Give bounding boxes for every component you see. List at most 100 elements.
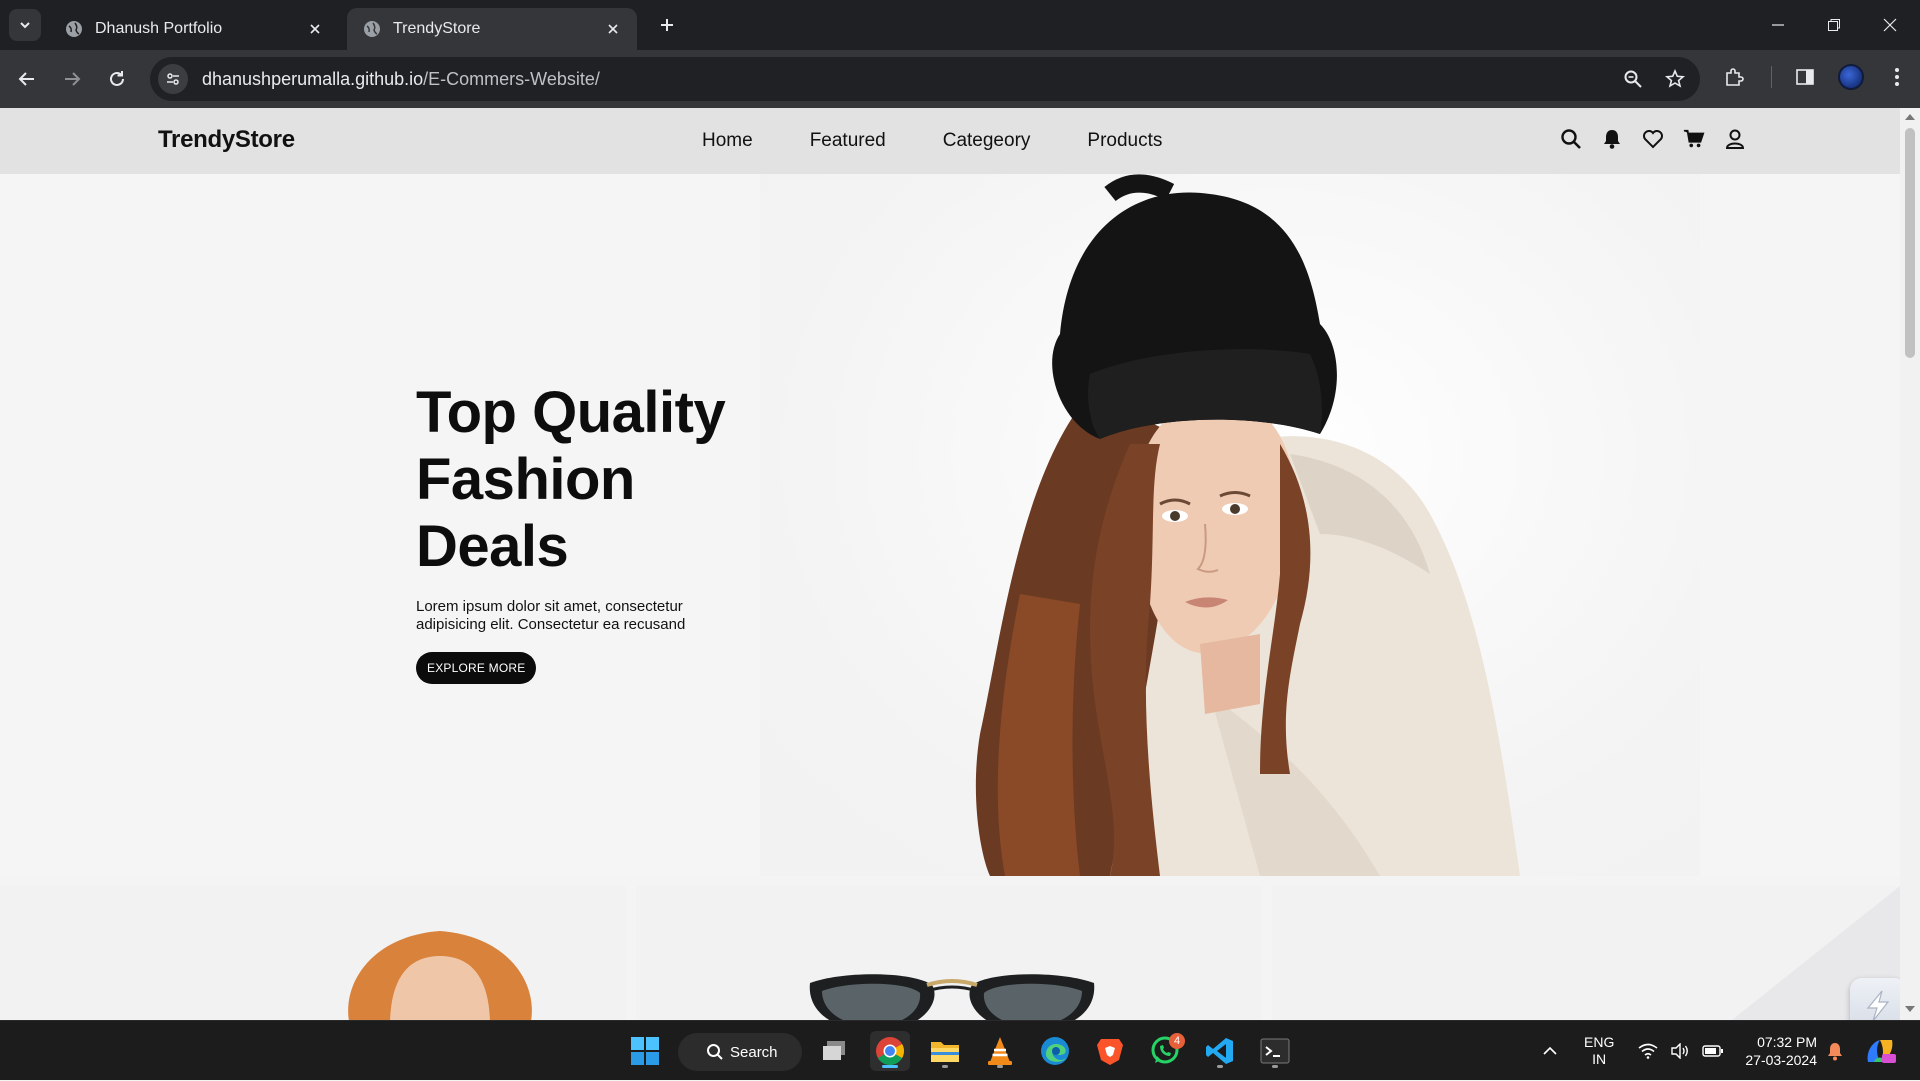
profile-button[interactable] xyxy=(1836,62,1866,92)
clock-time: 07:32 PM xyxy=(1757,1034,1817,1050)
puzzle-icon xyxy=(1726,68,1744,86)
tab-title: TrendyStore xyxy=(393,20,481,37)
volume-icon xyxy=(1671,1043,1688,1059)
taskbar-edge[interactable] xyxy=(1035,1031,1075,1071)
back-button[interactable] xyxy=(9,61,45,97)
hero-title: Top Quality Fashion Deals xyxy=(416,380,726,579)
browser-toolbar: dhanushperumalla.github.io/E-Commers-Web… xyxy=(0,50,1920,108)
reload-button[interactable] xyxy=(99,61,135,97)
reload-icon xyxy=(110,71,124,86)
taskbar-terminal[interactable] xyxy=(1255,1031,1295,1071)
nav-featured[interactable]: Featured xyxy=(810,130,886,152)
taskbar-search-label: Search xyxy=(730,1043,778,1061)
close-window-button[interactable] xyxy=(1862,0,1918,50)
clock-date: 27-03-2024 xyxy=(1745,1052,1817,1068)
clock[interactable]: 07:32 PM 27-03-2024 xyxy=(1737,1021,1817,1081)
url-host: dhanushperumalla.github.io xyxy=(202,68,424,89)
scroll-up-arrow[interactable] xyxy=(1905,114,1915,120)
bell-icon[interactable] xyxy=(1601,128,1623,150)
arrow-left-icon xyxy=(18,72,34,86)
taskbar-file-explorer[interactable] xyxy=(925,1031,965,1071)
start-button[interactable] xyxy=(625,1031,665,1071)
tab-search-button[interactable] xyxy=(9,9,41,41)
plus-icon xyxy=(661,19,673,31)
new-tab-button[interactable] xyxy=(649,7,685,43)
task-view-icon xyxy=(823,1041,845,1060)
brave-icon xyxy=(1097,1039,1123,1065)
battery-icon xyxy=(1702,1045,1723,1057)
vscode-icon xyxy=(1206,1038,1233,1064)
extensions-button[interactable] xyxy=(1719,62,1749,92)
category-card-3[interactable] xyxy=(1272,886,1900,1020)
chevron-up-icon xyxy=(1543,1046,1557,1055)
hero-banner: Top Quality Fashion Deals Lorem ipsum do… xyxy=(0,174,1900,876)
notifications-button[interactable] xyxy=(1826,1021,1844,1081)
language-indicator[interactable]: ENG IN xyxy=(1584,1021,1614,1081)
search-icon[interactable] xyxy=(1560,128,1582,150)
category-card-1[interactable] xyxy=(0,886,626,1020)
active-indicator xyxy=(882,1065,898,1068)
region-code: IN xyxy=(1592,1051,1607,1067)
url-text[interactable]: dhanushperumalla.github.io/E-Commers-Web… xyxy=(202,69,600,90)
browser-tab-bar: Dhanush Portfolio TrendyStore xyxy=(0,0,1920,50)
close-tab-icon[interactable] xyxy=(603,19,623,39)
taskbar-chrome[interactable] xyxy=(870,1031,910,1071)
minimize-button[interactable] xyxy=(1750,0,1806,50)
nav-category[interactable]: Categeory xyxy=(943,130,1031,152)
bookmark-button[interactable] xyxy=(1660,64,1690,94)
side-panel-icon xyxy=(1796,69,1814,85)
floating-assistant-button[interactable] xyxy=(1850,978,1900,1020)
forward-button[interactable] xyxy=(54,61,90,97)
scroll-down-arrow[interactable] xyxy=(1905,1006,1915,1012)
minimize-icon xyxy=(1772,24,1784,26)
copilot-icon xyxy=(1867,1040,1896,1063)
taskbar-vlc[interactable] xyxy=(980,1031,1020,1071)
taskbar-brave[interactable] xyxy=(1090,1031,1130,1071)
explore-more-button[interactable]: EXPLORE MORE xyxy=(416,652,537,684)
taskbar-whatsapp[interactable]: 4 xyxy=(1145,1031,1185,1071)
heart-icon[interactable] xyxy=(1642,128,1664,150)
chrome-icon xyxy=(876,1037,904,1065)
tab-title: Dhanush Portfolio xyxy=(95,20,223,37)
side-panel-button[interactable] xyxy=(1790,62,1820,92)
taskbar-search[interactable]: Search xyxy=(678,1033,802,1071)
tab-trendystore[interactable]: TrendyStore xyxy=(347,8,637,50)
url-path: /E-Commers-Website/ xyxy=(423,68,600,89)
chevron-down-icon xyxy=(20,22,30,29)
scroll-thumb[interactable] xyxy=(1905,128,1915,358)
lightning-icon xyxy=(1866,990,1890,1020)
nav-home[interactable]: Home xyxy=(702,130,753,152)
nav-products[interactable]: Products xyxy=(1087,130,1162,152)
quick-settings[interactable] xyxy=(1638,1021,1724,1081)
tab-dhanush-portfolio[interactable]: Dhanush Portfolio xyxy=(49,8,339,50)
windows-taskbar: Search 4 ENG IN 07:32 PM 27-03-2024 xyxy=(0,1020,1920,1080)
site-header: TrendyStore Home Featured Categeory Prod… xyxy=(0,108,1900,174)
browser-menu-button[interactable] xyxy=(1882,62,1912,92)
tray-overflow[interactable] xyxy=(1542,1021,1558,1081)
hero-text-block: Top Quality Fashion Deals Lorem ipsum do… xyxy=(416,379,736,684)
arrow-right-icon xyxy=(65,72,81,86)
page-scrollbar[interactable] xyxy=(1900,108,1920,1020)
running-indicator xyxy=(942,1065,948,1068)
globe-icon xyxy=(66,21,82,37)
hero-model-image xyxy=(975,174,1520,876)
tune-icon xyxy=(167,73,179,85)
category-card-2[interactable] xyxy=(636,886,1262,1020)
task-view-button[interactable] xyxy=(815,1031,855,1071)
site-info-button[interactable] xyxy=(158,64,188,94)
close-tab-icon[interactable] xyxy=(305,19,325,39)
sunglasses-image xyxy=(809,974,1095,1020)
search-icon xyxy=(707,1044,723,1060)
taskbar-vscode[interactable] xyxy=(1200,1031,1240,1071)
address-bar[interactable]: dhanushperumalla.github.io/E-Commers-Web… xyxy=(150,57,1700,101)
restore-button[interactable] xyxy=(1806,0,1862,50)
globe-icon xyxy=(364,21,380,37)
zoom-button[interactable] xyxy=(1618,64,1648,94)
hero-subtitle: Lorem ipsum dolor sit amet, consectetur … xyxy=(416,598,686,633)
cart-icon[interactable] xyxy=(1683,128,1705,150)
main-nav: Home Featured Categeory Products xyxy=(702,130,1219,152)
star-icon xyxy=(1665,69,1685,88)
user-icon[interactable] xyxy=(1724,128,1746,150)
copilot-button[interactable] xyxy=(1864,1021,1896,1081)
site-logo[interactable]: TrendyStore xyxy=(158,126,295,154)
